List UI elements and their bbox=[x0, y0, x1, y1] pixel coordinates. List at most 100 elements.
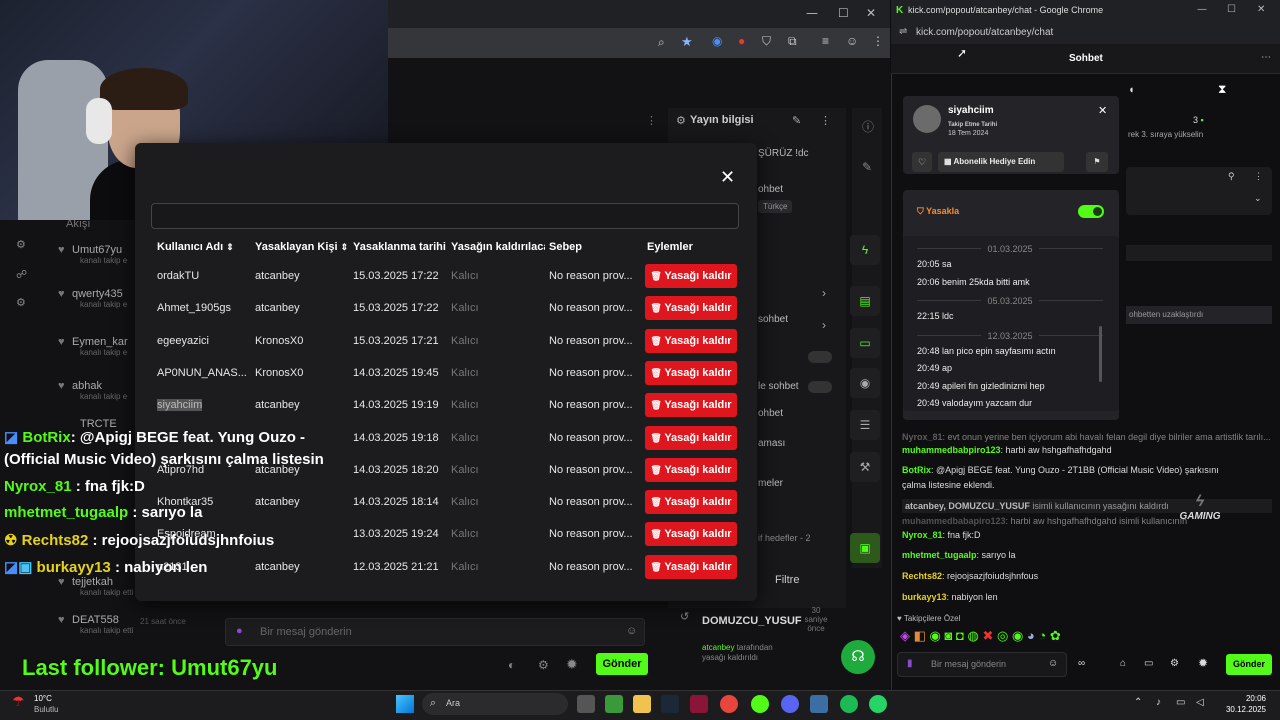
unban-button[interactable]: 🗑 Yasağı kaldır bbox=[645, 296, 737, 321]
more-options-icon[interactable]: ⋮ bbox=[646, 114, 657, 127]
link-icon[interactable]: ∞ bbox=[1078, 658, 1085, 669]
rail-settings-icon[interactable]: ⚙ bbox=[16, 296, 26, 309]
menu-dots-icon[interactable]: ⋮ bbox=[872, 34, 884, 48]
unban-button[interactable]: 🗑 Yasağı kaldır bbox=[645, 264, 737, 288]
chat-username[interactable]: Nyrox_81 bbox=[902, 530, 943, 540]
toggle-switch[interactable] bbox=[808, 351, 832, 363]
chat-username[interactable]: BotRix bbox=[902, 465, 931, 475]
emote-icon[interactable]: ◉ bbox=[930, 628, 941, 643]
minimize-button[interactable]: — bbox=[806, 6, 818, 20]
emote-icon[interactable]: ◧ bbox=[914, 628, 926, 643]
history-scrollbar[interactable] bbox=[1099, 326, 1102, 382]
chevron-right-icon[interactable]: › bbox=[822, 318, 826, 332]
chat-username[interactable]: burkayy13 bbox=[902, 592, 947, 602]
pin-icon[interactable]: ⚲ bbox=[1228, 171, 1235, 182]
chat-menu-icon[interactable]: ⋯ bbox=[1261, 52, 1271, 63]
zoom-icon[interactable]: ⌕ bbox=[658, 35, 665, 50]
column-header-username[interactable]: Kullanıcı Adı ⇕ bbox=[157, 241, 234, 253]
minimize-button[interactable]: — bbox=[1197, 4, 1207, 15]
stack-icon[interactable]: ☰ bbox=[850, 410, 880, 440]
whatsapp-icon[interactable] bbox=[869, 695, 887, 713]
more-options-icon[interactable]: ⋮ bbox=[820, 114, 831, 127]
edit-icon[interactable]: ✎ bbox=[792, 114, 801, 127]
mic-tray-icon[interactable]: ♪ bbox=[1156, 697, 1161, 708]
discord-icon[interactable] bbox=[781, 695, 799, 713]
clipboard-icon[interactable]: ▤ bbox=[850, 286, 880, 316]
emote-icon[interactable]: ◙ bbox=[945, 628, 953, 643]
chat-input[interactable]: ▮ Bir mesaj gönderin ☺ bbox=[897, 652, 1067, 677]
network-icon[interactable]: ▭ bbox=[1176, 697, 1185, 708]
app-icon[interactable] bbox=[690, 695, 708, 713]
chat-bubble-icon[interactable]: ▭ bbox=[850, 328, 880, 358]
task-view-icon[interactable] bbox=[577, 695, 595, 713]
close-window-button[interactable]: ✕ bbox=[1257, 4, 1265, 15]
unban-button[interactable]: 🗑 Yasağı kaldır bbox=[645, 490, 737, 515]
close-icon[interactable]: ✕ bbox=[720, 167, 735, 188]
minecraft-icon[interactable] bbox=[605, 695, 623, 713]
close-icon[interactable]: ✕ bbox=[1098, 104, 1107, 117]
maximize-button[interactable]: ☐ bbox=[838, 6, 849, 20]
chat-username[interactable]: Rechts82 bbox=[902, 571, 942, 581]
settings-icon[interactable]: ⚙ bbox=[538, 658, 549, 672]
emote-icon[interactable]: ◈ bbox=[900, 628, 910, 643]
heart-icon[interactable]: ♡ bbox=[912, 152, 932, 172]
chevron-right-icon[interactable]: › bbox=[822, 286, 826, 300]
media-icon[interactable]: ≡ bbox=[822, 34, 829, 48]
steam-icon[interactable] bbox=[661, 695, 679, 713]
rail-icon-2[interactable]: ☍ bbox=[16, 268, 27, 281]
info-icon[interactable]: ⓘ bbox=[862, 118, 874, 135]
puzzle-icon[interactable]: ⧉ bbox=[788, 34, 797, 49]
send-button[interactable]: Gönder bbox=[596, 653, 648, 675]
kick-app-icon[interactable] bbox=[751, 695, 769, 713]
column-header-ban-date[interactable]: Yasaklanma tarihi bbox=[353, 241, 446, 253]
chat-username[interactable]: Nyrox_81 bbox=[902, 432, 943, 442]
help-headset-icon[interactable]: ☊ bbox=[841, 640, 875, 674]
shield-icon[interactable]: ⛉ bbox=[762, 34, 771, 49]
broadcast-icon[interactable]: ◉ bbox=[850, 368, 880, 398]
chat-username[interactable]: muhammedbabapiro123 bbox=[902, 516, 1006, 526]
emote-icon[interactable]: ◎ bbox=[997, 628, 1008, 643]
settings-icon[interactable]: ⚙ bbox=[1170, 658, 1179, 669]
column-header-reason[interactable]: Sebep bbox=[549, 241, 582, 253]
tray-expand-icon[interactable]: ⌃ bbox=[1134, 697, 1142, 708]
ban-toggle[interactable] bbox=[1078, 205, 1104, 218]
clock-date[interactable]: 30.12.2025 bbox=[1210, 705, 1266, 714]
column-header-banned-by[interactable]: Yasaklayan Kişi ⇕ bbox=[255, 241, 348, 253]
emote-icon[interactable]: ◔ bbox=[1038, 628, 1046, 643]
emoji-icon[interactable]: ☺ bbox=[1048, 658, 1058, 669]
emote-icon[interactable]: ◉ bbox=[1012, 628, 1023, 643]
unban-button[interactable]: 🗑 Yasağı kaldır bbox=[645, 360, 737, 385]
weather-temp[interactable]: 10°C bbox=[34, 694, 52, 703]
send-button[interactable]: Gönder bbox=[1226, 654, 1272, 675]
chat-bubble-icon[interactable]: ◖ bbox=[1128, 84, 1135, 96]
youtube-extension-icon[interactable]: ● bbox=[738, 34, 745, 48]
gear-icon[interactable]: ✹ bbox=[566, 656, 578, 673]
chat-username[interactable]: atcanbey, DOMUZCU_YUSUF bbox=[905, 501, 1030, 511]
store-icon[interactable]: ⌂ bbox=[1120, 658, 1126, 669]
unban-button[interactable]: 🗑 Yasağı kaldır bbox=[645, 457, 737, 482]
taskbar-search[interactable]: ⌕ Ara bbox=[422, 693, 568, 715]
unban-button[interactable]: 🗑 Yasağı kaldır bbox=[645, 554, 737, 579]
maximize-button[interactable]: ☐ bbox=[1227, 4, 1236, 15]
unban-button[interactable]: 🗑 Yasağı kaldır bbox=[645, 522, 737, 547]
gear-icon[interactable]: ✹ bbox=[1198, 656, 1208, 670]
follower-item[interactable]: ♥ DEAT558 kanalı takip etti bbox=[58, 614, 218, 646]
site-settings-icon[interactable]: ⇌ bbox=[899, 26, 907, 37]
pencil-icon[interactable]: ✎ bbox=[862, 160, 872, 174]
emote-icon[interactable]: ✖ bbox=[982, 628, 993, 643]
windows-start-icon[interactable] bbox=[396, 695, 414, 713]
profile-avatar-icon[interactable]: ☺ bbox=[846, 34, 858, 48]
url-text[interactable]: kick.com/popout/atcanbey/chat bbox=[916, 27, 1053, 38]
emote-icon[interactable]: ◐ bbox=[508, 658, 515, 672]
more-options-icon[interactable]: ⋮ bbox=[1254, 171, 1263, 182]
emoji-icon[interactable]: ☺ bbox=[626, 625, 637, 637]
bookmark-star-icon[interactable]: ★ bbox=[681, 34, 693, 50]
chat-popout-address-bar[interactable]: ⇌ kick.com/popout/atcanbey/chat bbox=[891, 22, 1280, 44]
emote-icon[interactable]: ◕ bbox=[1027, 628, 1035, 643]
chat-username[interactable]: mhetmet_tugaalp bbox=[902, 550, 977, 560]
dashboard-chat-input[interactable]: ● Bir mesaj gönderin ☺ bbox=[225, 618, 645, 646]
close-window-button[interactable]: ✕ bbox=[866, 6, 876, 20]
spotify-icon[interactable] bbox=[840, 695, 858, 713]
unban-button[interactable]: 🗑 Yasağı kaldır bbox=[645, 393, 737, 418]
column-header-expiry[interactable]: Yasağın kaldırılacağı bbox=[451, 241, 545, 253]
